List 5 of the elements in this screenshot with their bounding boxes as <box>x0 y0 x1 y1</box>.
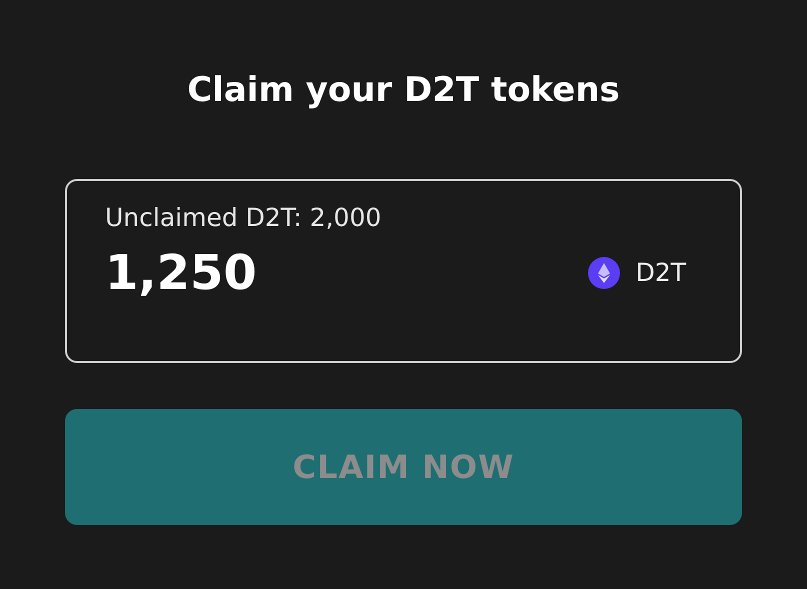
unclaimed-label: Unclaimed D2T: 2,000 <box>105 202 382 233</box>
page-title: Claim your D2T tokens <box>186 70 621 111</box>
token-icon <box>588 256 620 289</box>
amount-value: 1,250 <box>105 248 257 297</box>
token-label: D2T <box>636 257 686 290</box>
